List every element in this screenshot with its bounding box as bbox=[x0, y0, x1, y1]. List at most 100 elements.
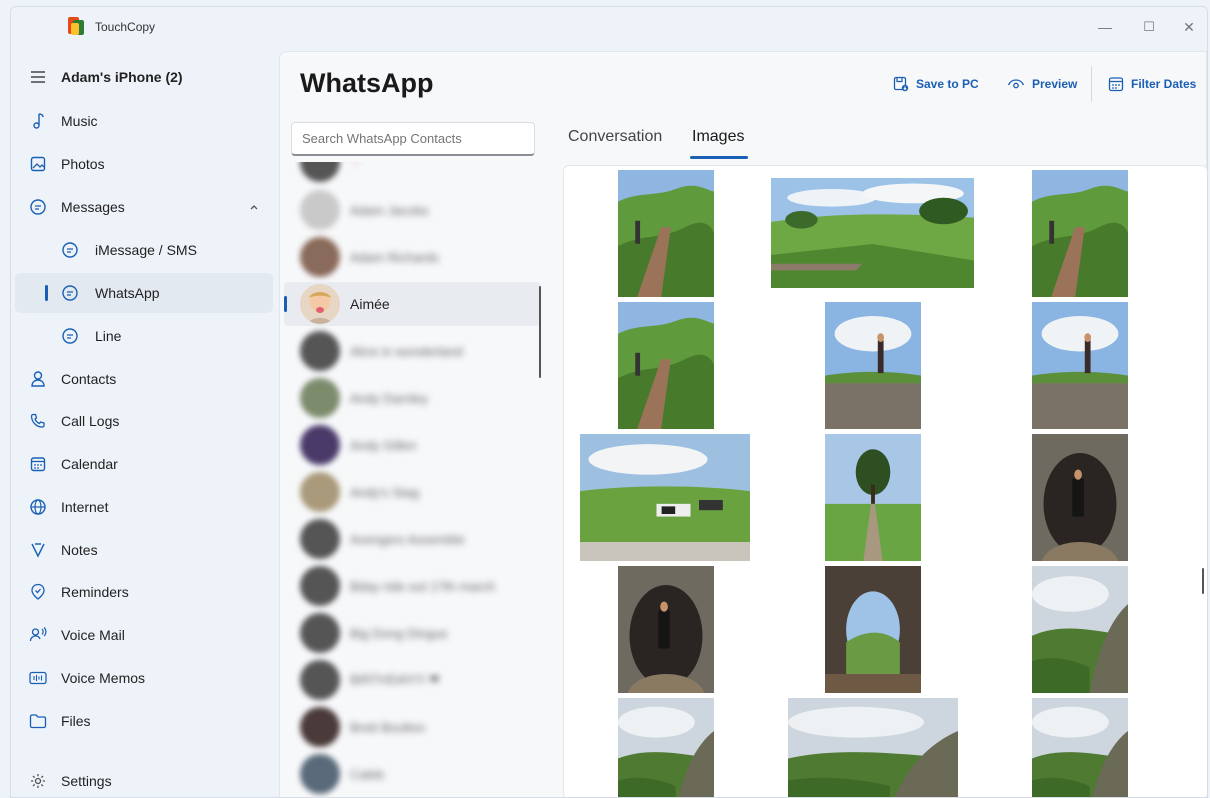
sidebar-item-reminders[interactable]: Reminders bbox=[15, 572, 273, 612]
maximize-button[interactable]: ☐ bbox=[1131, 13, 1167, 41]
device-menu-button[interactable]: Adam's iPhone (2) bbox=[15, 57, 273, 97]
contact-name: Adam Jacobs bbox=[350, 202, 429, 218]
gallery-image-thumbnail[interactable] bbox=[1032, 302, 1128, 429]
sidebar-item-calendar[interactable]: Calendar bbox=[15, 444, 273, 484]
avatar bbox=[300, 284, 340, 324]
sidebar-item-notes[interactable]: Notes bbox=[15, 530, 273, 570]
gallery-image-thumbnail[interactable] bbox=[1032, 434, 1128, 561]
contact-name: Big Dong Dingus bbox=[350, 625, 448, 641]
gallery-image-thumbnail[interactable] bbox=[618, 698, 714, 797]
sidebar-item-label: Call Logs bbox=[61, 413, 120, 429]
close-button[interactable]: ✕ bbox=[1171, 13, 1207, 41]
chat-bubble-icon bbox=[29, 198, 47, 216]
avatar bbox=[300, 162, 340, 182]
contact-item-selected[interactable]: Aimée bbox=[284, 282, 540, 326]
contact-item[interactable]: Andy Gillen bbox=[284, 423, 540, 467]
calendar-icon bbox=[29, 455, 47, 473]
touchcopy-logo-icon bbox=[68, 17, 84, 35]
gallery-image-thumbnail[interactable] bbox=[1032, 566, 1128, 693]
save-to-pc-button[interactable]: Save to PC bbox=[893, 74, 979, 94]
contact-item[interactable]: Adam Jacobs bbox=[284, 188, 540, 232]
gallery-image-thumbnail[interactable] bbox=[580, 434, 750, 561]
gallery-scrollbar[interactable] bbox=[1202, 568, 1204, 594]
gallery-image-thumbnail[interactable] bbox=[618, 566, 714, 693]
gallery-image-thumbnail[interactable] bbox=[1032, 170, 1128, 297]
contact-name: Andy Gillen bbox=[350, 437, 417, 453]
sidebar-item-label: Line bbox=[95, 328, 122, 344]
minimize-button[interactable]: — bbox=[1087, 13, 1123, 41]
preview-button[interactable]: Preview bbox=[1007, 74, 1077, 94]
contact-item[interactable]: Caleb bbox=[284, 752, 540, 796]
contact-item[interactable]: Andy Darnley bbox=[284, 376, 540, 420]
contact-item[interactable]: ♡ bbox=[284, 162, 540, 184]
tab-images[interactable]: Images bbox=[692, 128, 744, 146]
sidebar-item-voice-memos[interactable]: Voice Memos bbox=[15, 658, 273, 698]
avatar bbox=[300, 754, 340, 794]
save-icon bbox=[893, 76, 909, 92]
contact-item[interactable]: BIRTHDAY!!! ❤ bbox=[284, 658, 540, 702]
filter-dates-label: Filter Dates bbox=[1131, 77, 1197, 91]
sidebar-item-label: Internet bbox=[61, 499, 109, 515]
gallery-image-thumbnail[interactable] bbox=[825, 302, 921, 429]
sidebar-item-whatsapp[interactable]: WhatsApp bbox=[15, 273, 273, 313]
contact-name: Adam Richards bbox=[350, 249, 439, 265]
avatar bbox=[300, 566, 340, 606]
chevron-up-icon[interactable] bbox=[247, 200, 261, 214]
hamburger-menu-icon bbox=[29, 68, 47, 86]
contact-name: Avengers Assemble bbox=[350, 531, 465, 547]
contact-name: BIRTHDAY!!! ❤ bbox=[350, 672, 440, 687]
search-input[interactable] bbox=[291, 122, 535, 156]
gallery-image-thumbnail[interactable] bbox=[618, 170, 714, 297]
gallery-image-thumbnail[interactable] bbox=[825, 566, 921, 693]
avatar bbox=[300, 331, 340, 371]
sidebar-item-files[interactable]: Files bbox=[15, 701, 273, 741]
chat-bubble-icon bbox=[61, 284, 79, 302]
person-icon bbox=[29, 370, 47, 388]
contact-item[interactable]: Alice in wonderland bbox=[284, 329, 540, 373]
sidebar-item-settings[interactable]: Settings bbox=[15, 761, 273, 797]
sidebar-item-line[interactable]: Line bbox=[15, 316, 273, 356]
sidebar-item-voice-mail[interactable]: Voice Mail bbox=[15, 615, 273, 655]
sidebar-item-label: Calendar bbox=[61, 456, 118, 472]
sidebar-item-call-logs[interactable]: Call Logs bbox=[15, 401, 273, 441]
main-panel: WhatsApp Save to PC Preview Filter Dates… bbox=[279, 51, 1207, 797]
contact-item[interactable]: Avengers Assemble bbox=[284, 517, 540, 561]
contact-name: Andy's Stag bbox=[350, 484, 419, 500]
sidebar-item-internet[interactable]: Internet bbox=[15, 487, 273, 527]
sidebar-item-music[interactable]: Music bbox=[15, 101, 273, 141]
sidebar-item-contacts[interactable]: Contacts bbox=[15, 359, 273, 399]
contact-name: Andy Darnley bbox=[350, 390, 429, 406]
calendar-icon bbox=[1108, 77, 1124, 92]
sidebar-item-messages[interactable]: Messages bbox=[15, 187, 273, 227]
gallery-image-thumbnail[interactable] bbox=[788, 698, 958, 797]
gallery-image-thumbnail[interactable] bbox=[618, 302, 714, 429]
active-indicator bbox=[284, 296, 287, 312]
contact-item[interactable]: Andy's Stag bbox=[284, 470, 540, 514]
sidebar-item-label: Files bbox=[61, 713, 91, 729]
gallery-image-thumbnail[interactable] bbox=[771, 178, 974, 288]
avatar bbox=[300, 660, 340, 700]
gallery-image-thumbnail[interactable] bbox=[1032, 698, 1128, 797]
sidebar-item-imessage[interactable]: iMessage / SMS bbox=[15, 230, 273, 270]
voicemail-person-icon bbox=[29, 626, 47, 644]
gallery-image-thumbnail[interactable] bbox=[825, 434, 921, 561]
app-title: TouchCopy bbox=[95, 20, 156, 34]
tab-conversation[interactable]: Conversation bbox=[568, 128, 662, 146]
contact-list: ♡ Adam Jacobs Adam Richards Aimée Alice … bbox=[280, 162, 544, 797]
contact-list-scrollbar[interactable] bbox=[539, 286, 541, 378]
contact-item[interactable]: Bday ride out 17th march bbox=[284, 564, 540, 608]
gear-icon bbox=[29, 772, 47, 790]
sidebar-item-photos[interactable]: Photos bbox=[15, 144, 273, 184]
eye-icon bbox=[1007, 79, 1025, 89]
save-to-pc-label: Save to PC bbox=[916, 77, 979, 91]
filter-dates-button[interactable]: Filter Dates bbox=[1108, 74, 1196, 94]
contact-item[interactable]: Big Dong Dingus bbox=[284, 611, 540, 655]
sidebar-item-label: Notes bbox=[61, 542, 98, 558]
avatar bbox=[300, 190, 340, 230]
music-note-icon bbox=[29, 112, 47, 130]
contact-name: Bday ride out 17th march bbox=[350, 578, 496, 594]
contact-item[interactable]: Brett Boulton bbox=[284, 705, 540, 749]
phone-icon bbox=[29, 412, 47, 430]
contact-item[interactable]: Adam Richards bbox=[284, 235, 540, 279]
avatar bbox=[300, 519, 340, 559]
